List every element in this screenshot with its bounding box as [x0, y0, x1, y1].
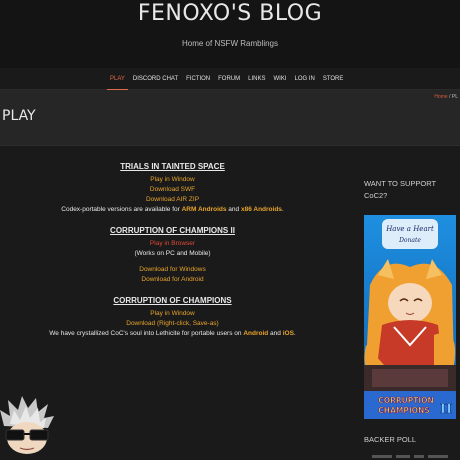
banner-champions-text: CHAMPIONS	[378, 406, 429, 415]
tits-download-air-link[interactable]: Download AIR ZIP	[0, 195, 345, 205]
nav-item-wiki[interactable]: WIKI	[269, 68, 290, 90]
sidebar: WANT TO SUPPORT CoC2? Have a Heart Donat…	[364, 178, 460, 458]
backer-poll-title: BACKER POLL	[364, 435, 417, 444]
nav-item-links[interactable]: LINKS	[244, 68, 269, 90]
coc2-works-on-note: (Works on PC and Mobile)	[134, 250, 211, 257]
nav-item-store[interactable]: STORE	[319, 68, 348, 90]
coc-lethicite-note: We have crystallized CoC's soul into Let…	[0, 329, 345, 339]
tits-codex-end: .	[281, 206, 284, 213]
main-nav: PLAY DISCORD CHAT FICTION FORUM LINKS WI…	[0, 68, 460, 90]
nav-item-forum[interactable]: FORUM	[214, 68, 244, 90]
tits-arm-androids-link[interactable]: ARM Androids	[182, 206, 227, 213]
coc-lethicite-end: .	[293, 330, 296, 337]
page-title-band: Home / PL PLAY	[0, 90, 460, 146]
coc2-support-banner[interactable]: Have a Heart Donate CORRUPTION CHAMPIONS	[364, 215, 456, 419]
support-widget-title: WANT TO SUPPORT CoC2?	[364, 179, 436, 200]
backer-poll-preview	[372, 455, 448, 458]
coc-lethicite-and: and	[268, 330, 283, 337]
coc-ios-link[interactable]: iOS	[283, 330, 294, 337]
main-content: TRIALS IN TAINTED SPACE Play in Window D…	[0, 162, 345, 339]
mascot-avatar[interactable]	[0, 396, 54, 460]
site-title[interactable]: FENOXO'S BLOG	[0, 1, 460, 26]
tits-codex-pre: Codex-portable versions are available fo…	[61, 206, 182, 213]
coc-lethicite-pre: We have crystallized CoC's soul into Let…	[49, 330, 244, 337]
tits-codex-note: Codex-portable versions are available fo…	[0, 205, 345, 215]
banner-donate-text: Donate	[398, 237, 421, 244]
banner-heart-text: Have a Heart	[385, 225, 434, 233]
tits-codex-and: and	[226, 206, 241, 213]
coc-section-title: CORRUPTION OF CHAMPIONS	[113, 296, 232, 305]
tits-download-swf-link[interactable]: Download SWF	[0, 185, 345, 195]
breadcrumb: Home / PL	[434, 94, 458, 100]
site-header: FENOXO'S BLOG Home of NSFW Ramblings	[0, 0, 460, 68]
nav-item-log-in[interactable]: LOG IN	[290, 68, 318, 90]
banner-corruption-text: CORRUPTION	[378, 396, 434, 405]
nav-item-play[interactable]: PLAY	[106, 68, 129, 90]
coc-download-link[interactable]: Download (Right-click, Save-as)	[0, 319, 345, 329]
breadcrumb-home-link[interactable]: Home	[434, 94, 447, 100]
banner-roman-numeral: II	[440, 402, 452, 417]
tits-x86-androids-link[interactable]: x86 Androids	[241, 206, 282, 213]
page-title: PLAY	[2, 108, 36, 124]
coc2-play-browser-link[interactable]: Play in Browser	[0, 239, 345, 249]
coc2-download-windows-link[interactable]: Download for Windows	[0, 265, 345, 275]
coc2-download-android-link[interactable]: Download for Android	[0, 275, 345, 285]
breadcrumb-current: PL	[451, 94, 458, 100]
coc-android-link[interactable]: Android	[243, 330, 268, 337]
tits-section-title: TRIALS IN TAINTED SPACE	[120, 162, 225, 171]
coc2-section-title: CORRUPTION OF CHAMPIONS II	[110, 226, 235, 235]
banner-artwork: Have a Heart Donate CORRUPTION CHAMPIONS	[364, 215, 456, 419]
nav-item-fiction[interactable]: FICTION	[182, 68, 214, 90]
site-tagline: Home of NSFW Ramblings	[181, 39, 279, 48]
tits-play-window-link[interactable]: Play in Window	[0, 175, 345, 185]
nav-item-discord-chat[interactable]: DISCORD CHAT	[129, 68, 182, 90]
coc-play-window-link[interactable]: Play in Window	[0, 309, 345, 319]
